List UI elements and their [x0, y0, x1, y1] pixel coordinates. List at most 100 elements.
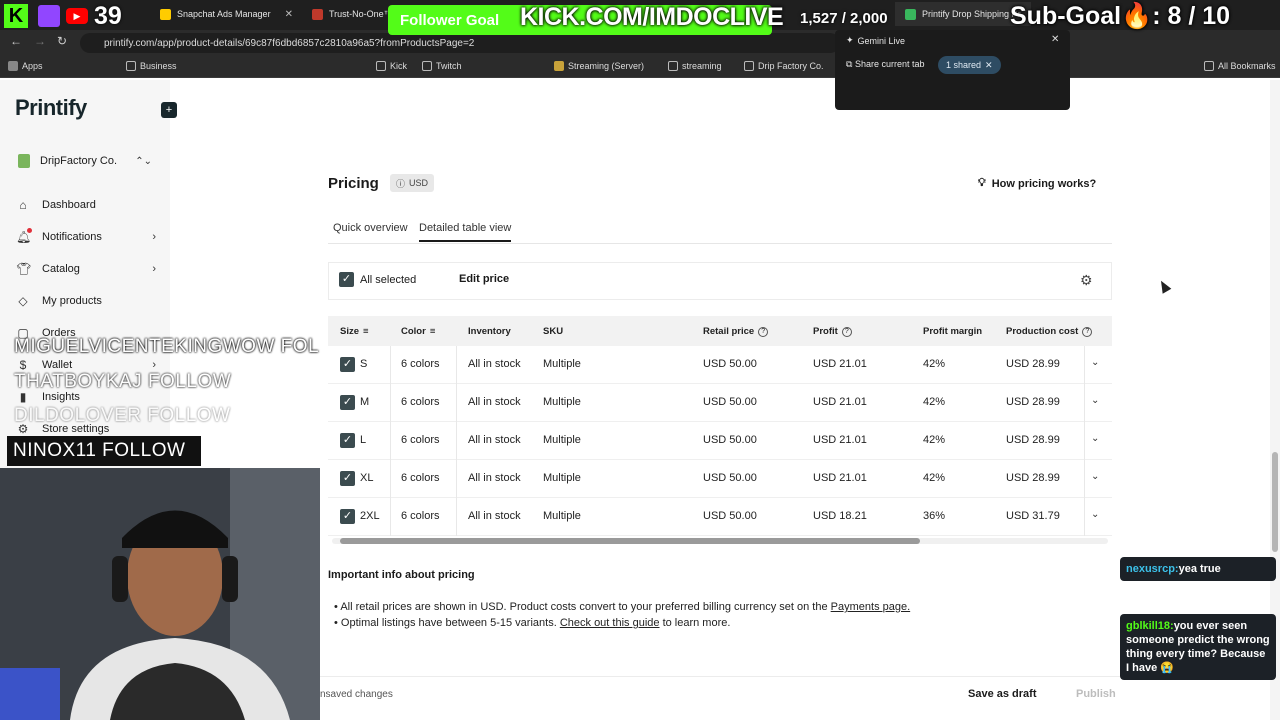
streamer-webcam-illustration — [0, 468, 320, 720]
publish-button[interactable]: Publish — [1066, 682, 1126, 706]
bullet-text: Optimal listings have between 5-15 varia… — [340, 617, 557, 629]
table-row[interactable]: ✓ XL 6 colors All in stock Multiple USD … — [328, 460, 1112, 498]
bookmark-apps[interactable]: Apps — [8, 61, 43, 71]
page-title: Pricing — [328, 175, 379, 192]
row-checkbox[interactable]: ✓ — [340, 471, 355, 486]
table-scrollbar-thumb[interactable] — [340, 538, 920, 544]
cell-profit: USD 18.21 — [813, 510, 867, 522]
tab-label: Printify Drop Shipping Pr — [922, 9, 1021, 19]
bullet-text: to learn more. — [662, 617, 731, 629]
printify-icon — [905, 8, 916, 20]
sidebar-item-my-products[interactable]: ◇ My products — [16, 291, 156, 311]
store-selector[interactable]: DripFactory Co. ⌃⌄ — [18, 154, 152, 168]
folder-icon — [554, 61, 564, 71]
back-icon[interactable]: ← — [10, 34, 22, 48]
row-checkbox[interactable]: ✓ — [340, 433, 355, 448]
row-checkbox[interactable]: ✓ — [340, 509, 355, 524]
guide-link[interactable]: Check out this guide — [560, 617, 660, 629]
bookmark-label: Apps — [22, 61, 43, 71]
bookmark-business[interactable]: Business — [126, 61, 177, 71]
tab-quick-overview[interactable]: Quick overview — [333, 222, 408, 240]
shared-label: 1 shared — [946, 60, 982, 70]
column-divider — [1084, 498, 1085, 536]
close-icon[interactable]: ✕ — [985, 60, 993, 71]
column-label: Production cost — [1006, 326, 1079, 337]
collapse-sidebar-button[interactable]: + — [161, 102, 177, 118]
select-all-checkbox[interactable]: ✓ All selected — [339, 272, 416, 287]
chevron-down-icon[interactable]: ⌄ — [1091, 357, 1099, 368]
info-bullet-currency: • All retail prices are shown in USD. Pr… — [334, 601, 911, 613]
table-row[interactable]: ✓ M 6 colors All in stock Multiple USD 5… — [328, 384, 1112, 422]
bookmark-label: Business — [140, 61, 177, 71]
page-scrollbar-thumb[interactable] — [1272, 452, 1278, 552]
printify-logo[interactable]: Printify — [15, 95, 87, 121]
cell-profit: USD 21.01 — [813, 434, 867, 446]
address-bar[interactable]: printify.com/app/product-details/69c87f6… — [80, 33, 840, 53]
forward-icon[interactable]: → — [34, 34, 46, 48]
footer-bar — [320, 676, 1280, 720]
column-header-color[interactable]: Color ≡ — [401, 326, 435, 337]
tab-label: Snapchat Ads Manager — [177, 9, 271, 19]
cell-retail-price[interactable]: USD 50.00 — [703, 434, 757, 446]
cell-retail-price[interactable]: USD 50.00 — [703, 510, 757, 522]
chevron-down-icon[interactable]: ⌄ — [1091, 395, 1099, 406]
column-label: Retail price — [703, 326, 755, 337]
table-row[interactable]: ✓ 2XL 6 colors All in stock Multiple USD… — [328, 498, 1112, 536]
row-checkbox[interactable]: ✓ — [340, 395, 355, 410]
column-divider — [456, 498, 457, 536]
cell-retail-price[interactable]: USD 50.00 — [703, 472, 757, 484]
table-row[interactable]: ✓ L 6 colors All in stock Multiple USD 5… — [328, 422, 1112, 460]
share-current-tab-button[interactable]: ⧉ Share current tab — [846, 59, 924, 70]
table-row[interactable]: ✓ S 6 colors All in stock Multiple USD 5… — [328, 346, 1112, 384]
table-settings-gear-icon[interactable]: ⚙ — [1080, 272, 1093, 289]
payments-page-link[interactable]: Payments page. — [831, 601, 911, 613]
filter-icon[interactable]: ≡ — [430, 326, 436, 337]
currency-badge: ⓘ USD — [390, 174, 435, 192]
edit-price-button[interactable]: Edit price — [459, 273, 509, 285]
help-icon[interactable]: ? — [841, 326, 852, 337]
browser-tab-snapchat[interactable]: Snapchat Ads Manager ✕ — [150, 2, 303, 26]
reload-icon[interactable]: ↻ — [57, 34, 67, 48]
sidebar-item-dashboard[interactable]: ⌂ Dashboard — [16, 195, 156, 215]
help-icon[interactable]: ? — [758, 326, 769, 337]
bookmark-kick[interactable]: Kick — [376, 61, 407, 71]
help-icon[interactable]: ? — [1082, 326, 1093, 337]
tab-detailed-table-view[interactable]: Detailed table view — [419, 222, 512, 242]
row-checkbox[interactable]: ✓ — [340, 357, 355, 372]
bookmark-drip-factory[interactable]: Drip Factory Co. — [744, 61, 824, 71]
how-pricing-works-link[interactable]: 💡︎ How pricing works? — [978, 177, 1096, 190]
bookmark-all[interactable]: All Bookmarks — [1204, 61, 1276, 71]
cell-profit: USD 21.01 — [813, 396, 867, 408]
column-divider — [1084, 422, 1085, 460]
chat-message: gblkill18:you ever seen someone predict … — [1120, 614, 1276, 681]
chat-username: nexusrcp: — [1126, 563, 1179, 575]
view-tabs: Quick overview Detailed table view — [328, 222, 1112, 244]
bookmark-label: Twitch — [436, 61, 462, 71]
chevron-down-icon[interactable]: ⌄ — [1091, 471, 1099, 482]
bookmark-streaming-server[interactable]: Streaming (Server) — [554, 61, 644, 71]
cell-color: 6 colors — [401, 510, 440, 522]
save-as-draft-button[interactable]: Save as draft — [958, 682, 1046, 706]
column-label: Inventory — [468, 326, 511, 337]
url-text: printify.com/app/product-details/69c87f6… — [104, 37, 475, 49]
chevron-down-icon[interactable]: ⌄ — [1091, 509, 1099, 520]
mouse-cursor — [1156, 278, 1172, 294]
sidebar-item-catalog[interactable]: 👕︎ Catalog › — [16, 259, 156, 279]
gemini-title-label: Gemini Live — [857, 35, 906, 46]
column-divider — [456, 384, 457, 422]
column-header-size[interactable]: Size ≡ — [340, 326, 369, 337]
bookmark-streaming[interactable]: streaming — [668, 61, 722, 71]
chevron-down-icon[interactable]: ⌄ — [1091, 433, 1099, 444]
kick-url-overlay: KICK.COM/IMDOCLIVE — [520, 3, 784, 31]
bookmark-twitch[interactable]: Twitch — [422, 61, 462, 71]
shared-tab-chip[interactable]: 1 shared ✕ — [938, 56, 1001, 74]
close-icon[interactable]: ✕ — [285, 9, 293, 20]
sidebar-item-notifications[interactable]: 🔔︎ Notifications › — [16, 227, 156, 247]
follower-goal-label: Follower Goal — [400, 11, 500, 29]
cell-profit: USD 21.01 — [813, 472, 867, 484]
cell-retail-price[interactable]: USD 50.00 — [703, 358, 757, 370]
cell-retail-price[interactable]: USD 50.00 — [703, 396, 757, 408]
follow-alert: MIGUELVICENTEKINGWOW FOL — [14, 336, 320, 357]
filter-icon[interactable]: ≡ — [363, 326, 369, 337]
close-icon[interactable]: ✕ — [1051, 34, 1059, 45]
